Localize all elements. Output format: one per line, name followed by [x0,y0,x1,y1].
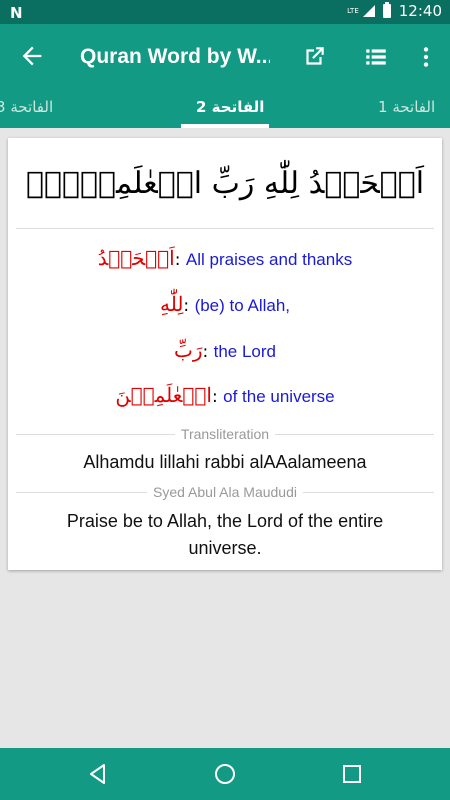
divider [16,228,434,229]
word-english: (be) to Allah, [194,296,291,315]
system-nav-bar [0,748,450,800]
tab-fatiha-3[interactable]: الفاتحة 3 [0,98,53,116]
ayah-text: اَلۡحَمۡدُ لِلّٰهِ رَبِّ الۡعٰلَمِيۡنَۙ [25,166,425,201]
back-arrow-icon[interactable] [18,42,46,70]
word-row: اَلۡحَمۡدُ: All praises and thanks [8,246,442,270]
word-english: All praises and thanks [185,250,353,269]
word-arabic: رَبِّ [173,338,203,362]
back-triangle-icon[interactable] [86,762,110,786]
network-type: LTE [347,6,359,15]
word-row: رَبِّ: the Lord [8,338,442,362]
n-icon: N [10,4,23,22]
word-separator: : [202,342,214,362]
signal-icon [362,5,375,17]
recents-square-icon[interactable] [340,762,364,786]
word-english: the Lord [213,342,277,361]
word-separator: : [183,296,195,316]
transliteration-label-text: Transliteration [174,426,276,442]
ayah-card: اَلۡحَمۡدُ لِلّٰهِ رَبِّ الۡعٰلَمِيۡنَۙ … [8,138,442,570]
tab-indicator [181,124,269,128]
tab-fatiha-1[interactable]: الفاتحة 1 [378,98,435,116]
translation-text: Praise be to Allah, the Lord of the enti… [66,511,384,558]
word-arabic: لِلّٰهِ [159,292,184,316]
translator-label: Syed Abul Ala Maududi [8,484,442,500]
surah-tabs: الفاتحة 3 الفاتحة 2 الفاتحة 1 [0,90,450,128]
status-icons: LTE 12:40 [347,2,442,20]
page-title: Quran Word by W... [80,45,270,68]
tab-fatiha-2[interactable]: الفاتحة 2 [196,98,264,116]
word-row: لِلّٰهِ: (be) to Allah, [8,292,442,316]
word-row: الۡعٰلَمِيۡنَ: of the universe [8,383,442,407]
word-arabic: اَلۡحَمۡدُ [97,246,175,270]
home-circle-icon[interactable] [213,762,237,786]
translator-label-text: Syed Abul Ala Maududi [147,484,303,500]
word-separator: : [174,250,186,270]
word-english: of the universe [223,387,335,406]
app-bar: Quran Word by W... [0,24,450,90]
transliteration-text: Alhamdu lillahi rabbi alAAalameena [83,452,367,472]
word-arabic: الۡعٰلَمِيۡنَ [115,383,212,407]
battery-icon [382,2,391,18]
word-separator: : [211,387,224,407]
list-icon[interactable] [363,44,389,70]
status-bar: N LTE 12:40 [0,0,450,24]
clock: 12:40 [398,2,442,20]
share-icon[interactable] [301,44,327,70]
transliteration-label: Transliteration [8,426,442,442]
more-vert-icon[interactable] [413,44,439,70]
